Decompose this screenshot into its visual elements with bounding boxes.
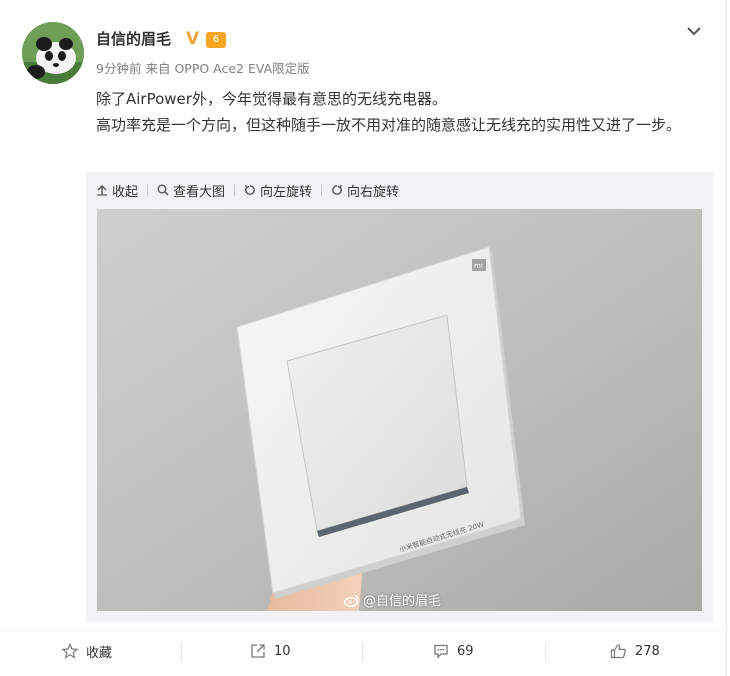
favorite-label: 收藏	[86, 645, 113, 661]
avatar[interactable]	[22, 22, 84, 84]
svg-text:mi: mi	[474, 262, 483, 270]
chevron-down-icon[interactable]	[683, 22, 705, 40]
post-text-line: 高功率充是一个方向，但这种随手一放不用对准的随意感让无线充的实用性又进了一步。	[96, 116, 682, 134]
comment-button[interactable]: 69	[433, 641, 474, 661]
divider	[545, 643, 546, 661]
divider	[181, 643, 182, 661]
verified-badge-icon: V	[186, 29, 200, 49]
rotate-right-button[interactable]: 向右旋转	[331, 181, 399, 200]
rotate-right-icon	[332, 184, 343, 195]
collapse-label: 收起	[112, 184, 139, 200]
collapse-button[interactable]: 收起	[96, 181, 138, 200]
divider	[321, 184, 323, 196]
divider	[362, 643, 363, 661]
watermark-text: @自信的眉毛	[363, 594, 442, 609]
post-image[interactable]: mi 小米智能自动式无线充 20W	[97, 209, 702, 611]
post-text: 除了AirPower外，今年觉得最有意思的无线充电器。 高功率充是一个方向，但这…	[96, 86, 708, 138]
view-large-label: 查看大图	[173, 184, 226, 200]
media-toolbar: 收起 查看大图 向左旋转 向右旋转	[96, 180, 399, 200]
post-meta: 9分钟前 来自 OPPO Ace2 EVA限定版	[96, 58, 310, 77]
arrow-up-icon	[97, 185, 107, 196]
star-icon	[62, 643, 78, 659]
divider	[147, 184, 149, 196]
rotate-left-label: 向左旋转	[260, 184, 313, 200]
rotate-left-button[interactable]: 向左旋转	[244, 181, 312, 200]
weibo-post-card: 自信的眉毛 V 6 9分钟前 来自 OPPO Ace2 EVA限定版 除了Air…	[0, 0, 727, 676]
thumbs-up-icon	[610, 644, 626, 659]
like-button[interactable]: 278	[610, 641, 660, 661]
post-text-line: 除了AirPower外，今年觉得最有意思的无线充电器。	[96, 90, 447, 108]
search-icon	[157, 184, 169, 196]
view-large-button[interactable]: 查看大图	[157, 181, 225, 200]
rotate-right-label: 向右旋转	[347, 184, 400, 200]
post-time[interactable]: 9分钟前	[96, 61, 141, 76]
source-prefix: 来自	[145, 61, 171, 76]
action-bar: 收藏 10 69 278	[0, 630, 727, 671]
repost-count: 10	[274, 643, 291, 659]
level-badge-icon: 6	[206, 32, 226, 48]
rotate-left-icon	[244, 184, 255, 195]
favorite-button[interactable]: 收藏	[62, 641, 112, 661]
image-watermark: @自信的眉毛	[344, 590, 441, 609]
comment-icon	[434, 644, 448, 659]
comment-count: 69	[457, 643, 474, 659]
post-source[interactable]: OPPO Ace2 EVA限定版	[174, 61, 309, 76]
like-count: 278	[635, 643, 660, 659]
username[interactable]: 自信的眉毛	[96, 28, 171, 49]
repost-button[interactable]: 10	[250, 641, 291, 661]
weibo-logo-icon	[344, 594, 359, 607]
repost-icon	[251, 644, 265, 658]
divider	[234, 184, 236, 196]
